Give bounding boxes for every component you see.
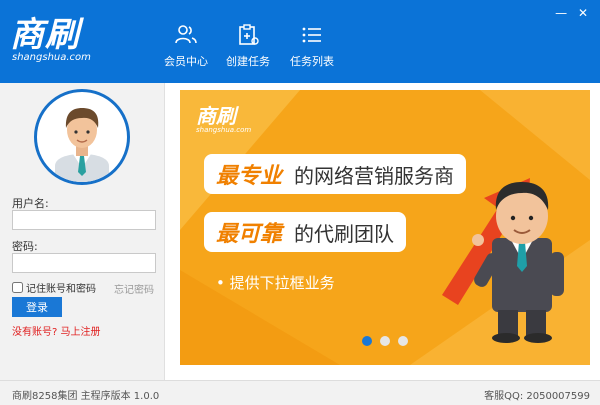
logo-main-text: 商刷 [10, 15, 80, 55]
username-label: 用户名: [12, 197, 49, 210]
remember-label: 记住账号和密码 [26, 284, 96, 295]
banner-line-2-highlight: 最可靠 [216, 222, 283, 247]
avatar [34, 89, 130, 185]
minimize-button[interactable]: — [552, 6, 570, 20]
banner-line-1-highlight: 最专业 [216, 164, 283, 189]
app-logo: 商刷 shangshua.com [10, 18, 91, 64]
username-input[interactable] [12, 210, 156, 230]
window-controls: — ✕ [552, 6, 592, 20]
list-icon [302, 27, 321, 43]
support-qq-text: 客服QQ: 2050007599 [484, 391, 590, 402]
status-bar: 商刷8258集团 主程序版本 1.0.0 客服QQ: 2050007599 [0, 380, 600, 405]
remember-checkbox-wrapper[interactable]: 记住账号和密码 [12, 280, 96, 295]
remember-checkbox[interactable] [12, 282, 23, 293]
password-label: 密码: [12, 240, 38, 253]
user-avatar-icon [55, 108, 109, 182]
nav-member-center[interactable]: 会员中心 [154, 24, 218, 68]
banner-line-2-text: 的代刷团队 [294, 221, 395, 246]
carousel-dots [362, 336, 408, 346]
register-link[interactable]: 没有账号? 马上注册 [12, 323, 101, 338]
banner-line-2: 最可靠 的代刷团队 [204, 212, 407, 252]
password-input[interactable] [12, 253, 156, 273]
banner-bullet: • 提供下拉框业务 [216, 274, 335, 292]
carousel-dot-1[interactable] [362, 336, 372, 346]
carousel-dot-3[interactable] [398, 336, 408, 346]
banner-logo-sub: shangshua.com [196, 126, 252, 134]
app-header: 商刷 shangshua.com 会员中心 创建任务 任务列表 — ✕ [0, 0, 600, 83]
close-button[interactable]: ✕ [574, 6, 592, 20]
login-panel: 用户名: 密码: 记住账号和密码 忘记密码 登录 没有账号? 马上注册 [0, 83, 165, 380]
user-group-icon [175, 25, 197, 44]
forgot-password-link[interactable]: 忘记密码 [114, 281, 154, 296]
banner-line-1-text: 的网络营销服务商 [294, 163, 455, 188]
logo-sub-text: shangshua.com [12, 52, 91, 63]
banner-logo-main: 商刷 [196, 104, 236, 128]
promo-banner[interactable]: 商刷 shangshua.com 最专业 的网络营销服务商 最可靠 的代刷团队 … [180, 90, 590, 365]
version-text: 商刷8258集团 主程序版本 1.0.0 [12, 391, 160, 402]
nav-create-task[interactable]: 创建任务 [216, 24, 280, 68]
nav-task-list[interactable]: 任务列表 [280, 24, 344, 68]
carousel-dot-2[interactable] [380, 336, 390, 346]
nav-task-list-label: 任务列表 [290, 55, 334, 68]
banner-line-1: 最专业 的网络营销服务商 [204, 154, 467, 194]
clipboard-add-icon [239, 24, 259, 45]
banner-logo: 商刷 shangshua.com [196, 106, 251, 135]
login-button[interactable]: 登录 [12, 297, 62, 317]
nav-member-center-label: 会员中心 [164, 55, 208, 68]
nav-create-task-label: 创建任务 [226, 55, 270, 68]
